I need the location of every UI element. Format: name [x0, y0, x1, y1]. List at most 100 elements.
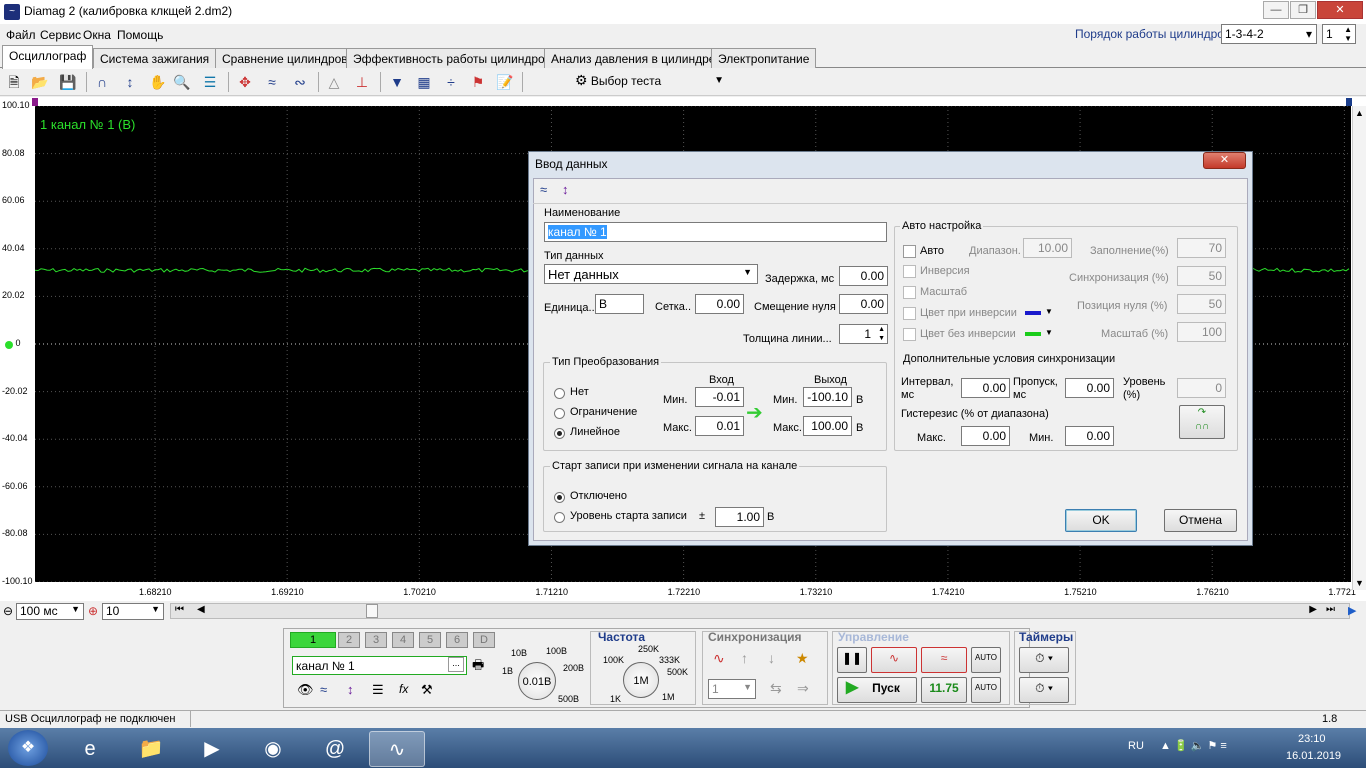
level-field[interactable]: 0 [1177, 378, 1226, 398]
save-icon[interactable]: 💾 [58, 72, 78, 92]
line-width-spinner[interactable]: 1 ▲ ▼ [839, 324, 888, 344]
conv-limit-radio[interactable] [554, 408, 565, 419]
sync-up-icon[interactable]: ↑ [741, 650, 748, 666]
fill-field[interactable]: 70 [1177, 238, 1226, 258]
sync-arrows-icon[interactable]: ⇆ [770, 680, 782, 697]
zoom-in-icon[interactable]: ⊕ [88, 604, 98, 618]
start-menu-button[interactable]: ❖ [8, 730, 48, 766]
divider-icon[interactable]: ÷ [441, 72, 461, 92]
noinv-color-dropdown-icon[interactable]: ▼ [1045, 328, 1053, 337]
tools-icon[interactable]: ⚒ [421, 682, 433, 698]
sync-down-icon[interactable]: ↓ [768, 650, 775, 666]
settings-icon[interactable]: 🖶 [472, 656, 484, 678]
marker-2[interactable] [1346, 98, 1352, 106]
cancel-button[interactable]: Отмена [1164, 509, 1237, 532]
menu-windows[interactable]: Окна [83, 28, 111, 42]
cylinder-order-select[interactable]: 1-3-4-2 ▾ [1221, 24, 1317, 44]
record-level-radio[interactable] [554, 512, 565, 523]
timer-2-button[interactable]: ⏱ ▾ [1019, 677, 1069, 703]
zero-icon[interactable]: ⊥ [352, 72, 372, 92]
sync-merge-icon[interactable]: ⇒ [797, 680, 809, 697]
channel-2-button[interactable]: 2 [338, 632, 360, 648]
channel-1-button[interactable]: 1 [290, 632, 336, 648]
channel-5-button[interactable]: 5 [419, 632, 441, 648]
fit-icon[interactable]: ☰ [200, 72, 220, 92]
eye-icon[interactable]: 👁 [297, 682, 314, 698]
noinv-color-swatch[interactable] [1025, 332, 1041, 336]
noinv-color-checkbox[interactable] [903, 328, 916, 341]
ok-button[interactable]: OK [1065, 509, 1137, 532]
maximize-button[interactable]: ❐ [1290, 1, 1316, 19]
sine-button[interactable]: ∿ [871, 647, 917, 673]
menu-service[interactable]: Сервис [40, 28, 81, 42]
zero-pos-field[interactable]: 50 [1177, 294, 1226, 314]
record-off-radio[interactable] [554, 492, 565, 503]
sync-channel-select[interactable]: 1 ▼ [708, 679, 756, 699]
pause-button[interactable]: ❚❚ [837, 647, 867, 673]
dialog-close-button[interactable]: ✕ [1203, 152, 1246, 169]
new-file-icon[interactable]: 🗎 [4, 72, 24, 92]
points-select[interactable]: 10 ▼ [102, 603, 164, 620]
sync-rise-icon[interactable]: ∿ [713, 650, 725, 667]
filter-icon[interactable]: ▼ [387, 72, 407, 92]
channel-4-button[interactable]: 4 [392, 632, 414, 648]
sync-pct-field[interactable]: 50 [1177, 266, 1226, 286]
tab-oscilloscope[interactable]: Осциллограф [2, 45, 94, 69]
auto-icon[interactable]: △ [324, 72, 344, 92]
hand-icon[interactable]: ✋ [148, 72, 168, 92]
close-button[interactable]: ✕ [1317, 1, 1363, 19]
auto-bottom-button[interactable]: AUTO [971, 677, 1001, 703]
flag-icon[interactable]: ⚑ [468, 72, 488, 92]
skip-field[interactable]: 0.00 [1065, 378, 1114, 398]
dialog-scale-icon[interactable]: ↕ [562, 182, 569, 197]
interval-field[interactable]: 0.00 [961, 378, 1010, 398]
auto-top-button[interactable]: AUTO [971, 647, 1001, 673]
zero-marker-left[interactable] [5, 341, 13, 349]
scale-checkbox[interactable] [903, 286, 916, 299]
in-max-field[interactable]: 0.01 [695, 416, 744, 436]
vertical-scrollbar[interactable]: ▲ ▼ [1352, 106, 1366, 590]
tab-cylinder-efficiency[interactable]: Эффективность работы цилиндров [346, 48, 559, 68]
zoom-out-icon[interactable]: ⊖ [3, 604, 13, 618]
record-level-field[interactable]: 1.00 [715, 507, 764, 527]
tab-pressure-analysis[interactable]: Анализ давления в цилиндре [544, 48, 723, 68]
sync-calc-button[interactable]: ↷ ∩∩ [1179, 405, 1225, 439]
inversion-checkbox[interactable] [903, 265, 916, 278]
measure-icon[interactable]: ↕ [120, 72, 140, 92]
auto-checkbox[interactable] [903, 245, 916, 258]
diamag-taskbar-icon[interactable]: ∿ [369, 731, 425, 767]
tab-ignition[interactable]: Система зажигания [93, 48, 217, 68]
frequency-knob[interactable]: 1M [623, 662, 659, 698]
conv-none-radio[interactable] [554, 388, 565, 399]
menu-help[interactable]: Помощь [117, 28, 163, 42]
language-indicator[interactable]: RU [1128, 740, 1144, 752]
scale-icon[interactable]: ↕ [347, 682, 354, 697]
notes-icon[interactable]: 📝 [495, 72, 515, 92]
channel-name-field[interactable]: канал № 1... [292, 656, 467, 675]
dialog-wave-icon[interactable]: ≈ [540, 182, 547, 197]
lines-icon[interactable]: ☰ [372, 682, 384, 698]
horizontal-scrollbar[interactable]: ⏮ ◀ ▶ ⏭ [170, 603, 1350, 619]
overlay-icon[interactable]: ∾ [290, 72, 310, 92]
in-min-field[interactable]: -0.01 [695, 387, 744, 407]
tab-power-supply[interactable]: Электропитание [711, 48, 817, 68]
play-icon[interactable]: ▶ [1348, 604, 1356, 617]
delay-field[interactable]: 0.00 [839, 266, 888, 286]
table-icon[interactable]: ▦ [414, 72, 434, 92]
wave-icon[interactable]: ≈ [320, 682, 327, 697]
unit-field[interactable]: В [595, 294, 644, 314]
scale-pct-field[interactable]: 100 [1177, 322, 1226, 342]
type-select[interactable]: Нет данных ▼ [544, 264, 758, 284]
explorer-taskbar-icon[interactable]: 📁 [123, 731, 179, 767]
out-min-field[interactable]: -100.10 [803, 387, 852, 407]
ie-taskbar-icon[interactable]: e [62, 731, 118, 767]
noise-button[interactable]: ≈ [921, 647, 967, 673]
tray-icons[interactable]: ▲ 🔋 🔈 ⚑ ≡ [1160, 739, 1227, 752]
zero-offset-field[interactable]: 0.00 [839, 294, 888, 314]
media-taskbar-icon[interactable]: ▶ [184, 731, 240, 767]
inv-color-checkbox[interactable] [903, 307, 916, 320]
zoom-icon[interactable]: 🔍 [172, 72, 192, 92]
start-button[interactable]: ▶ Пуск [837, 677, 917, 703]
channel-6-button[interactable]: 6 [446, 632, 468, 648]
conv-linear-radio[interactable] [554, 428, 565, 439]
